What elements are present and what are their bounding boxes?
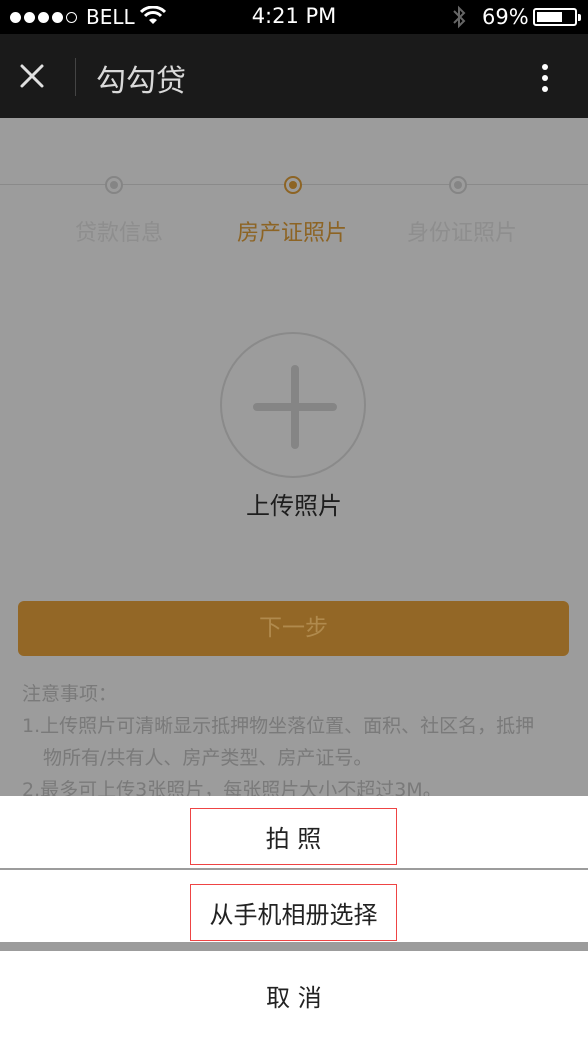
choose-from-album-option[interactable]: 从手机相册选择 xyxy=(0,870,588,942)
notes-item-1-line-1: 1.上传照片可清晰显示抵押物坐落位置、面积、社区名，抵押 xyxy=(22,715,535,737)
take-photo-label[interactable]: 拍 照 xyxy=(190,808,397,865)
notes-section: 注意事项： 1.上传照片可清晰显示抵押物坐落位置、面积、社区名，抵押 物所有/共… xyxy=(22,678,570,806)
notes-item-1-line-2: 物所有/共有人、房产类型、房产证号。 xyxy=(43,747,373,769)
next-step-button[interactable]: 下一步 xyxy=(18,601,569,656)
step-label-loan-info: 贷款信息 xyxy=(74,221,163,246)
upload-photo-label: 上传照片 xyxy=(246,492,342,520)
upload-photo-button[interactable] xyxy=(220,332,366,478)
battery-icon xyxy=(533,8,581,26)
step-label-id-photo: 身份证照片 xyxy=(406,221,517,246)
action-sheet: 拍 照 从手机相册选择 取 消 xyxy=(0,796,588,1039)
choose-from-album-label[interactable]: 从手机相册选择 xyxy=(190,884,397,941)
step-dot-id-photo xyxy=(449,176,467,194)
nav-divider xyxy=(75,58,76,96)
page-title: 勾勾贷 xyxy=(96,64,186,99)
step-dot-loan-info xyxy=(105,176,123,194)
status-bar: BELL 4:21 PM 69% xyxy=(0,0,588,34)
close-icon[interactable] xyxy=(14,58,50,94)
battery-percent: 69% xyxy=(482,5,529,29)
more-vertical-icon[interactable] xyxy=(530,60,560,96)
step-label-property-photo: 房产证照片 xyxy=(236,221,347,246)
bluetooth-icon xyxy=(453,5,466,29)
take-photo-option[interactable]: 拍 照 xyxy=(0,796,588,868)
step-dot-property-photo xyxy=(284,176,302,194)
nav-bar: 勾勾贷 xyxy=(0,34,588,118)
cancel-button[interactable]: 取 消 xyxy=(0,951,588,1039)
notes-heading: 注意事项： xyxy=(22,683,118,705)
